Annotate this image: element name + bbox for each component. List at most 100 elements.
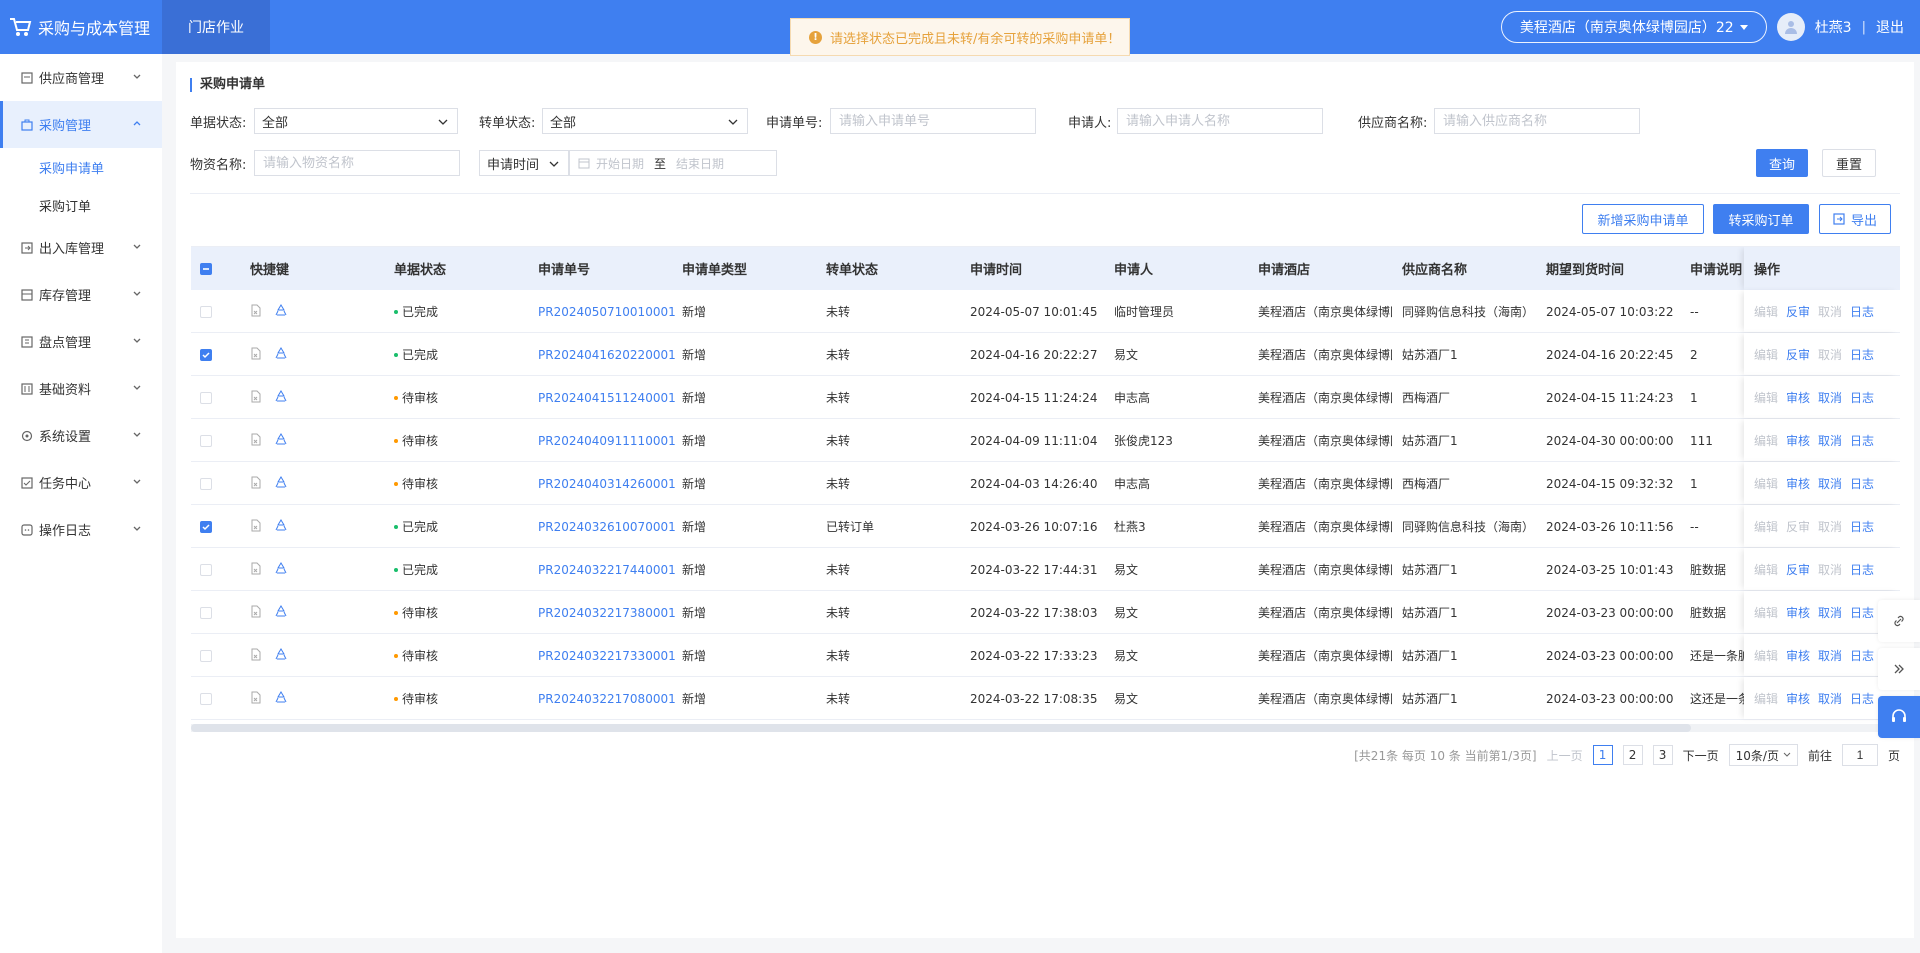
app-logo[interactable]: 采购与成本管理	[0, 0, 162, 54]
audit-button[interactable]: 审核	[1786, 432, 1810, 449]
audit-button[interactable]: 反审	[1786, 561, 1810, 578]
recycle-icon[interactable]	[274, 303, 288, 320]
req-no-link[interactable]: PR2024040911110001	[538, 419, 676, 462]
req-no-link[interactable]: PR2024041620220001	[538, 333, 676, 376]
log-button[interactable]: 日志	[1850, 647, 1874, 664]
audit-button[interactable]: 审核	[1786, 647, 1810, 664]
cancel-button[interactable]: 取消	[1818, 432, 1842, 449]
edit-button[interactable]: 编辑	[1754, 518, 1778, 535]
cancel-button[interactable]: 取消	[1818, 690, 1842, 707]
edit-button[interactable]: 编辑	[1754, 389, 1778, 406]
document-icon[interactable]	[250, 691, 262, 707]
table-row[interactable]: 已完成 PR2024050710010001 新增 未转 2024-05-07 10:0…	[191, 290, 1900, 333]
recycle-icon[interactable]	[274, 346, 288, 363]
doc-status-select[interactable]: 全部	[254, 108, 458, 134]
audit-button[interactable]: 反审	[1786, 518, 1810, 535]
req-no-link[interactable]: PR2024032217380001	[538, 591, 676, 634]
document-icon[interactable]	[250, 347, 262, 363]
log-button[interactable]: 日志	[1850, 604, 1874, 621]
document-icon[interactable]	[250, 562, 262, 578]
table-row[interactable]: 待审核 PR2024032217080001 新增 未转 2024-03-22 17:0…	[191, 677, 1900, 720]
page-3-button[interactable]: 3	[1652, 745, 1673, 765]
document-icon[interactable]	[250, 648, 262, 664]
logout-link[interactable]: 退出	[1876, 17, 1904, 37]
page-2-button[interactable]: 2	[1622, 745, 1643, 765]
applicant-input[interactable]	[1117, 108, 1323, 134]
audit-button[interactable]: 反审	[1786, 303, 1810, 320]
recycle-icon[interactable]	[274, 647, 288, 664]
scroll-thumb[interactable]	[191, 724, 1691, 732]
transfer-status-select[interactable]: 全部	[542, 108, 748, 134]
edit-button[interactable]: 编辑	[1754, 432, 1778, 449]
edit-button[interactable]: 编辑	[1754, 475, 1778, 492]
row-checkbox[interactable]	[200, 391, 212, 404]
req-no-link[interactable]: PR2024041511240001	[538, 376, 676, 419]
cancel-button[interactable]: 取消	[1818, 604, 1842, 621]
edit-button[interactable]: 编辑	[1754, 346, 1778, 363]
row-checkbox[interactable]	[200, 348, 212, 361]
supplier-input[interactable]	[1434, 108, 1640, 134]
req-no-link[interactable]: PR2024032217440001	[538, 548, 676, 591]
edit-button[interactable]: 编辑	[1754, 690, 1778, 707]
table-row[interactable]: 待审核 PR2024032217330001 新增 未转 2024-03-22 17:3…	[191, 634, 1900, 677]
export-button[interactable]: 导出	[1819, 204, 1891, 234]
audit-button[interactable]: 审核	[1786, 690, 1810, 707]
reset-button[interactable]: 重置	[1822, 149, 1876, 177]
audit-button[interactable]: 审核	[1786, 389, 1810, 406]
req-no-link[interactable]: PR2024032217080001	[538, 677, 676, 720]
tab-store-operations[interactable]: 门店作业	[162, 0, 270, 54]
page-1-button[interactable]: 1	[1592, 745, 1613, 765]
audit-button[interactable]: 审核	[1786, 475, 1810, 492]
req-no-input[interactable]	[830, 108, 1036, 134]
log-button[interactable]: 日志	[1850, 432, 1874, 449]
row-checkbox[interactable]	[200, 434, 212, 447]
table-row[interactable]: 待审核 PR2024040911110001 新增 未转 2024-04-09 11:1…	[191, 419, 1900, 462]
row-checkbox[interactable]	[200, 305, 212, 318]
cancel-button[interactable]: 取消	[1818, 561, 1842, 578]
sidebar-item-operation-log[interactable]: 操作日志	[0, 506, 162, 553]
hotel-selector[interactable]: 美程酒店（南京奥体绿博园店）22	[1500, 11, 1767, 43]
row-checkbox[interactable]	[200, 477, 212, 490]
document-icon[interactable]	[250, 605, 262, 621]
recycle-icon[interactable]	[274, 690, 288, 707]
recycle-icon[interactable]	[274, 389, 288, 406]
cancel-button[interactable]: 取消	[1818, 389, 1842, 406]
sidebar-item-task-center[interactable]: 任务中心	[0, 459, 162, 506]
cancel-button[interactable]: 取消	[1818, 303, 1842, 320]
select-all-checkbox[interactable]	[200, 262, 212, 275]
req-no-link[interactable]: PR2024050710010001	[538, 290, 676, 333]
recycle-icon[interactable]	[274, 518, 288, 535]
cancel-button[interactable]: 取消	[1818, 518, 1842, 535]
sidebar-item-basic-data[interactable]: 基础资料	[0, 365, 162, 412]
log-button[interactable]: 日志	[1850, 518, 1874, 535]
sidebar-item-purchase[interactable]: 采购管理	[0, 101, 162, 148]
recycle-icon[interactable]	[274, 561, 288, 578]
sidebar-item-stocktake[interactable]: 盘点管理	[0, 318, 162, 365]
table-row[interactable]: 已完成 PR2024032217440001 新增 未转 2024-03-22 17:4…	[191, 548, 1900, 591]
recycle-icon[interactable]	[274, 475, 288, 492]
row-checkbox[interactable]	[200, 649, 212, 662]
recycle-icon[interactable]	[274, 432, 288, 449]
cancel-button[interactable]: 取消	[1818, 475, 1842, 492]
log-button[interactable]: 日志	[1850, 389, 1874, 406]
audit-button[interactable]: 审核	[1786, 604, 1810, 621]
expand-tool-button[interactable]	[1878, 648, 1920, 690]
edit-button[interactable]: 编辑	[1754, 604, 1778, 621]
sidebar-subitem-purchase-request[interactable]: 采购申请单	[0, 148, 162, 186]
log-button[interactable]: 日志	[1850, 690, 1874, 707]
log-button[interactable]: 日志	[1850, 303, 1874, 320]
query-button[interactable]: 查询	[1756, 149, 1808, 177]
horizontal-scrollbar[interactable]	[191, 724, 1900, 732]
row-checkbox[interactable]	[200, 692, 212, 705]
material-input[interactable]	[254, 150, 460, 176]
document-icon[interactable]	[250, 433, 262, 449]
prev-page-button[interactable]: 上一页	[1547, 747, 1583, 764]
edit-button[interactable]: 编辑	[1754, 303, 1778, 320]
support-tool-button[interactable]	[1878, 696, 1920, 738]
sidebar-subitem-purchase-order[interactable]: 采购订单	[0, 186, 162, 224]
document-icon[interactable]	[250, 519, 262, 535]
recycle-icon[interactable]	[274, 604, 288, 621]
table-row[interactable]: 待审核 PR2024041511240001 新增 未转 2024-04-15 11:2…	[191, 376, 1900, 419]
sidebar-item-inventory-io[interactable]: 出入库管理	[0, 224, 162, 271]
edit-button[interactable]: 编辑	[1754, 561, 1778, 578]
